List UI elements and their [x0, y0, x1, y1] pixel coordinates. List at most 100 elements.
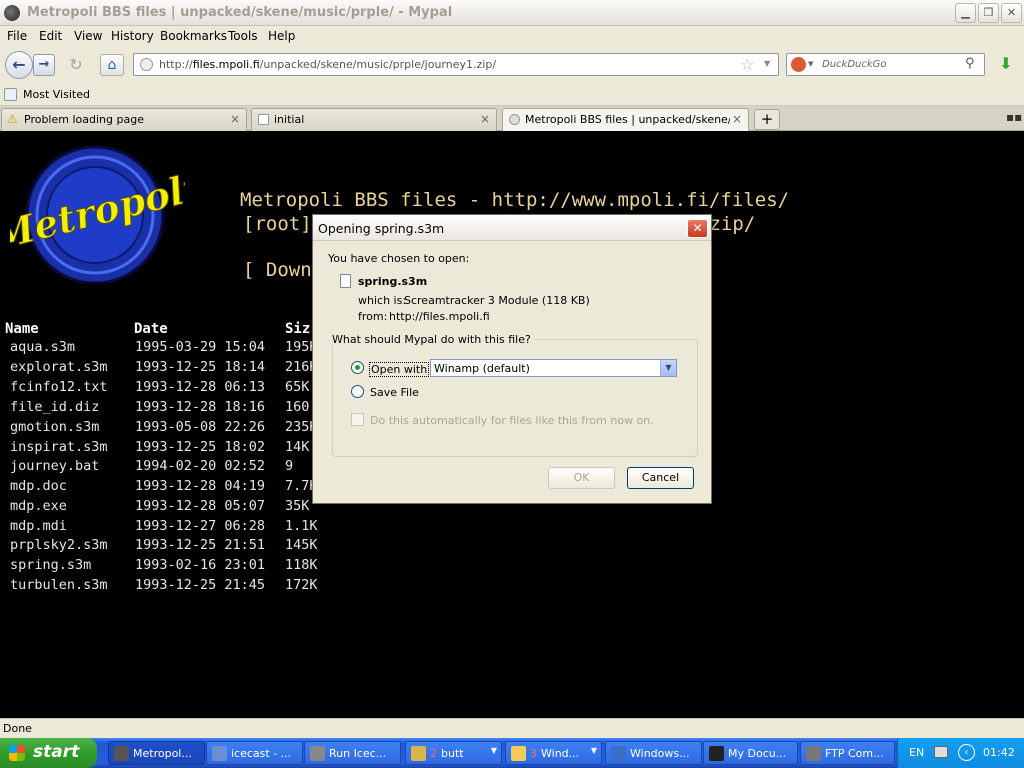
taskbar-button[interactable]: icecast - ... — [206, 741, 303, 765]
open-with-radio[interactable] — [351, 361, 364, 374]
tab-problem-loading[interactable]: ⚠ Problem loading page × — [1, 108, 247, 131]
show-hidden-icons-icon[interactable]: ‹ — [958, 744, 975, 761]
search-placeholder: DuckDuckGo — [822, 59, 887, 70]
file-name-link[interactable]: file_id.diz — [10, 399, 99, 415]
bookmark-star-icon[interactable]: ☆ — [740, 55, 754, 74]
windows-logo-icon — [9, 745, 25, 761]
file-size: 35K — [285, 498, 310, 514]
site-identity-icon[interactable] — [140, 58, 153, 71]
column-name[interactable]: Name — [5, 321, 39, 337]
reload-icon[interactable]: ↻ — [67, 55, 85, 74]
url-dropdown-icon[interactable]: ▼ — [764, 59, 770, 68]
new-tab-button[interactable]: + — [754, 109, 780, 130]
tab-close-icon[interactable]: × — [480, 112, 490, 126]
file-name-link[interactable]: turbulen.s3m — [10, 577, 108, 593]
taskbar-button[interactable]: My Docu... — [703, 741, 798, 765]
chosen-label: You have chosen to open: — [328, 252, 470, 265]
file-row: fcinfo12.txt 1993-12-28 06:13 65K — [0, 379, 340, 399]
url-bar[interactable]: http://files.mpoli.fi/unpacked/skene/mus… — [133, 53, 779, 76]
menu-file[interactable]: File — [7, 29, 27, 43]
tab-close-icon[interactable]: × — [732, 112, 742, 126]
duckduckgo-icon[interactable] — [791, 57, 806, 72]
search-icon[interactable]: ⚲ — [965, 56, 975, 71]
file-size: 65K — [285, 379, 310, 395]
home-icon[interactable]: ⌂ — [100, 54, 124, 76]
engine-dropdown-icon[interactable]: ▼ — [808, 60, 813, 68]
group-dropdown-icon[interactable]: ▼ — [491, 746, 497, 755]
app-icon — [310, 746, 325, 761]
file-name-link[interactable]: mdp.doc — [10, 478, 67, 494]
tab-close-icon[interactable]: × — [230, 112, 240, 126]
file-name-link[interactable]: prplsky2.s3m — [10, 537, 108, 553]
file-date: 1993-02-16 23:01 — [135, 557, 266, 573]
file-row: gmotion.s3m 1993-05-08 22:26 235K — [0, 419, 340, 439]
close-window-button[interactable]: ✕ — [1001, 3, 1022, 23]
download-link[interactable]: [ Down — [243, 259, 312, 281]
menu-help[interactable]: Help — [268, 29, 295, 43]
system-tray: EN ‹ 01:42 — [897, 738, 1024, 768]
most-visited-bookmark[interactable]: Most Visited — [23, 88, 90, 101]
file-name-link[interactable]: aqua.s3m — [10, 339, 75, 355]
taskbar-button[interactable]: Metropol... — [108, 741, 205, 765]
menu-bookmarks[interactable]: Bookmarks — [160, 29, 227, 43]
language-indicator[interactable]: EN — [909, 746, 924, 759]
forward-arrow-icon[interactable]: → — [33, 54, 55, 76]
keyboard-icon[interactable] — [934, 746, 948, 758]
taskbar-label-text: Metropol... — [133, 747, 192, 760]
back-arrow-icon[interactable]: ← — [5, 51, 33, 79]
menu-edit[interactable]: Edit — [39, 29, 62, 43]
file-name-link[interactable]: explorat.s3m — [10, 359, 108, 375]
file-name-link[interactable]: mdp.exe — [10, 498, 67, 514]
menu-tools[interactable]: Tools — [228, 29, 258, 43]
file-type: Screamtracker 3 Module (118 KB) — [404, 294, 590, 307]
taskbar-button[interactable]: Run Icec... — [304, 741, 401, 765]
title-bar: Metropoli BBS files | unpacked/skene/mus… — [0, 0, 1024, 26]
taskbar-button[interactable]: ▼ 2 butt — [405, 741, 502, 765]
browser-window: Metropoli BBS files | unpacked/skene/mus… — [0, 0, 1024, 738]
file-name-link[interactable]: inspirat.s3m — [10, 439, 108, 455]
file-name-link[interactable]: spring.s3m — [10, 557, 91, 573]
file-name-link[interactable]: journey.bat — [10, 458, 99, 474]
dialog-close-button[interactable]: ✕ — [687, 219, 708, 238]
file-name-link[interactable]: mdp.mdi — [10, 518, 67, 534]
window-title: Metropoli BBS files | unpacked/skene/mus… — [27, 5, 453, 20]
page-icon — [258, 114, 269, 125]
auto-checkbox[interactable] — [351, 413, 364, 426]
tab-initial[interactable]: initial × — [251, 108, 497, 131]
download-icon[interactable]: ⬇ — [993, 54, 1019, 76]
dialog-title-bar: Opening spring.s3m ✕ — [313, 215, 711, 241]
start-button[interactable]: start — [0, 738, 97, 768]
taskbar-button[interactable]: FTP Com... — [800, 741, 895, 765]
file-row: aqua.s3m 1995-03-29 15:04 195K — [0, 339, 340, 359]
file-size: 160 — [285, 399, 310, 415]
save-file-label[interactable]: Save File — [370, 386, 419, 399]
file-size: 172K — [285, 577, 318, 593]
list-all-tabs-icon[interactable]: ▪▪ — [1006, 110, 1022, 124]
menu-view[interactable]: View — [74, 29, 102, 43]
open-with-label[interactable]: Open with — [369, 362, 430, 377]
maximize-button[interactable]: ❐ — [978, 3, 999, 23]
file-row: journey.bat 1994-02-20 02:52 9 — [0, 458, 340, 478]
tab-label: Metropoli BBS files | unpacked/skene/mus… — [525, 113, 730, 126]
group-dropdown-icon[interactable]: ▼ — [591, 746, 597, 755]
file-name-link[interactable]: gmotion.s3m — [10, 419, 99, 435]
search-bar[interactable]: ▼ DuckDuckGo ⚲ — [786, 53, 985, 76]
file-name-link[interactable]: fcinfo12.txt — [10, 379, 108, 395]
save-file-radio[interactable] — [351, 385, 364, 398]
tab-metropoli[interactable]: Metropoli BBS files | unpacked/skene/mus… — [502, 108, 749, 132]
taskbar-button[interactable]: Windows... — [605, 741, 702, 765]
file-date: 1993-12-28 04:19 — [135, 478, 266, 494]
open-with-app-select[interactable]: Winamp (default) ▼ — [430, 359, 677, 377]
menu-history[interactable]: History — [111, 29, 154, 43]
file-date: 1993-12-28 06:13 — [135, 379, 266, 395]
ok-button[interactable]: OK — [548, 467, 615, 489]
taskbar-button[interactable]: ▼ 3 Wind... — [505, 741, 602, 765]
app-icon — [411, 746, 426, 761]
app-icon — [114, 746, 129, 761]
column-date[interactable]: Date — [134, 321, 168, 337]
column-size[interactable]: Siz — [285, 321, 310, 337]
cancel-button[interactable]: Cancel — [627, 467, 694, 489]
root-link[interactable]: [root] — [243, 213, 312, 235]
minimize-button[interactable]: ▁ — [955, 3, 976, 23]
chevron-down-icon[interactable]: ▼ — [660, 360, 676, 376]
